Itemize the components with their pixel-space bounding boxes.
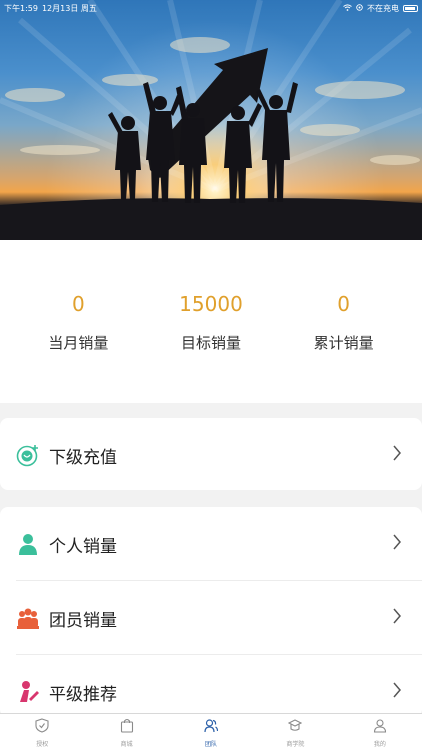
tab-mine[interactable]: 我的 xyxy=(338,714,422,750)
recharge-icon xyxy=(16,443,40,467)
menu-item-label: 下级充值 xyxy=(49,447,117,468)
stat-value: 0 xyxy=(71,292,85,316)
status-bar: 下午1:59 12月13日 周五 不在充电 xyxy=(0,0,422,16)
wifi-icon xyxy=(343,3,352,13)
orientation-lock-icon xyxy=(356,3,363,13)
stat-value: 15000 xyxy=(179,292,243,316)
tab-authorize[interactable]: 授权 xyxy=(0,714,84,750)
stat-monthly-sales: 0 当月销量 xyxy=(18,290,138,403)
sales-stats: 0 当月销量 15000 目标销量 0 累计销量 xyxy=(0,240,422,403)
shopping-bag-icon xyxy=(120,718,134,737)
recharge-card: 下级充值 xyxy=(0,418,422,490)
chevron-right-icon xyxy=(392,445,402,465)
user-icon xyxy=(373,718,387,737)
charging-status: 不在充电 xyxy=(367,3,399,13)
chevron-right-icon xyxy=(392,682,402,702)
tab-academy[interactable]: 商学院 xyxy=(253,714,337,750)
tab-label: 团队 xyxy=(205,741,218,748)
bottom-tab-bar: 授权 商城 团队 商学院 我的 xyxy=(0,713,422,750)
stat-label: 目标销量 xyxy=(180,334,241,352)
stat-label: 累计销量 xyxy=(313,334,374,352)
stat-target-sales: 15000 目标销量 xyxy=(151,290,271,403)
menu-item-label: 团员销量 xyxy=(49,610,117,631)
stat-label: 当月销量 xyxy=(48,334,109,352)
stat-total-sales: 0 累计销量 xyxy=(284,290,404,403)
team-icon xyxy=(16,606,40,630)
menu-item-peer-recommend[interactable]: 平级推荐 xyxy=(0,655,422,717)
hero-banner xyxy=(0,0,422,240)
menu-item-recharge[interactable]: 下级充值 xyxy=(0,418,422,492)
menu-item-team-sales[interactable]: 团员销量 xyxy=(0,581,422,655)
status-date: 12月13日 周五 xyxy=(41,3,97,13)
tab-label: 授权 xyxy=(36,741,49,748)
menu-item-label: 个人销量 xyxy=(49,536,117,557)
tab-team[interactable]: 团队 xyxy=(169,714,253,750)
tab-label: 我的 xyxy=(373,741,386,748)
tab-label: 商学院 xyxy=(286,741,305,748)
recommend-icon xyxy=(16,680,40,704)
battery-icon xyxy=(403,4,418,12)
chevron-right-icon xyxy=(392,534,402,554)
sales-menu-card: 个人销量 团员销量 平级推荐 xyxy=(0,507,422,717)
team-icon xyxy=(204,718,219,737)
graduation-cap-icon xyxy=(288,718,303,737)
menu-item-label: 平级推荐 xyxy=(49,684,117,705)
tab-label: 商城 xyxy=(120,741,133,748)
menu-item-personal-sales[interactable]: 个人销量 xyxy=(0,507,422,581)
stat-value: 0 xyxy=(337,292,350,316)
person-icon xyxy=(16,532,40,556)
chevron-right-icon xyxy=(392,608,402,628)
status-time: 下午1:59 xyxy=(4,3,38,13)
tab-mall[interactable]: 商城 xyxy=(84,714,168,750)
shield-icon xyxy=(35,718,49,737)
